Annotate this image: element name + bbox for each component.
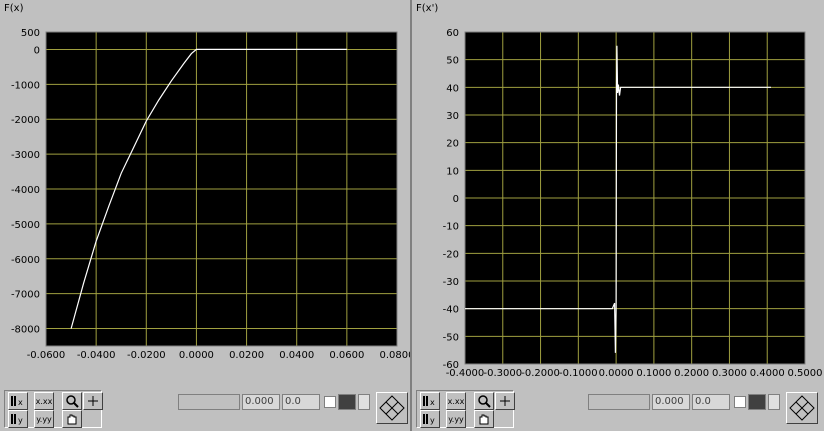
x-tick-label: 0.5000 [788, 368, 823, 379]
y-tick-label: -40 [443, 305, 459, 316]
y-autoscale-button[interactable]: y [8, 410, 28, 428]
y-tick-label: -2000 [11, 115, 40, 126]
y-tick-label: -20 [443, 249, 459, 260]
y-tick-label: 50 [446, 56, 459, 67]
pan-hand-icon[interactable] [474, 410, 494, 428]
x-tick-label: 0.0000 [179, 350, 214, 361]
y-tick-label: -50 [443, 332, 459, 343]
x-tick-label: 0.0400 [279, 350, 314, 361]
cursor-x-field[interactable]: 0.000 [242, 394, 280, 410]
graph-palette-left: x x.xx y y.yy 0.000 0.0 [0, 388, 410, 431]
x-tick-label: 0.0800 [380, 350, 411, 361]
cursor-color-swatch[interactable] [748, 394, 766, 410]
y-tick-label: 0 [34, 45, 40, 56]
fx-prime-plot[interactable]: -0.4000 -0.3000 -0.2000 -0.1000 0.0000 0.1000… [412, 0, 824, 388]
pan-hand-icon[interactable] [62, 410, 82, 428]
svg-text:x: x [430, 398, 435, 407]
x-autoscale-button[interactable]: x [420, 392, 440, 410]
y-tick-label: 10 [446, 166, 459, 177]
y-tick-label: -1000 [11, 80, 40, 91]
y-tick-label: 30 [446, 111, 459, 122]
y-tick-label: -30 [443, 277, 459, 288]
x-tick-label: -0.0400 [77, 350, 116, 361]
cursor-style-swatch[interactable] [734, 396, 746, 408]
y-tick-label: -7000 [11, 290, 40, 301]
y-format-button[interactable]: y.yy [34, 410, 54, 428]
x-format-button[interactable]: x.xx [34, 392, 54, 410]
cursor-y-field[interactable]: 0.0 [692, 394, 730, 410]
x-tick-label: 0.0200 [229, 350, 264, 361]
y-tick-label: 40 [446, 83, 459, 94]
cursor-name-field[interactable] [178, 394, 240, 410]
y-tick-label: -6000 [11, 255, 40, 266]
y-tick-label: 0 [453, 194, 459, 205]
x-tick-label: -0.0200 [127, 350, 166, 361]
x-tick-label: 0.2000 [674, 368, 709, 379]
svg-text:x: x [18, 398, 23, 407]
fx-plot[interactable]: -0.0600 -0.0400 -0.0200 0.0000 0.0200 0.0400 0… [0, 0, 410, 388]
y-tick-label: -4000 [11, 185, 40, 196]
y-tick-label: -8000 [11, 325, 40, 336]
cursor-y-field[interactable]: 0.0 [282, 394, 320, 410]
crosshair-icon[interactable] [495, 392, 515, 410]
x-tick-label: 0.0600 [329, 350, 364, 361]
cursor-move-diamond-icon[interactable] [786, 392, 818, 424]
x-tick-label: -0.0600 [27, 350, 66, 361]
graph-panel-fx-prime: F(x') -0.4000 -0.3000 -0.2000 -0.1000 0.0000… [412, 0, 824, 431]
x-tick-label: 0.4000 [750, 368, 785, 379]
x-tick-label: -0.2000 [521, 368, 560, 379]
zoom-icon[interactable] [474, 392, 494, 410]
cursor-lock-icon[interactable] [768, 394, 780, 410]
x-tick-label: 0.1000 [636, 368, 671, 379]
x-tick-label: 0.3000 [712, 368, 747, 379]
x-format-button[interactable]: x.xx [446, 392, 466, 410]
y-tick-label: 20 [446, 139, 459, 150]
svg-text:y: y [430, 416, 435, 425]
x-tick-label: -0.3000 [483, 368, 522, 379]
cursor-color-swatch[interactable] [338, 394, 356, 410]
y-tick-label: 60 [446, 28, 459, 39]
graph-panel-fx: F(x) -0.0600 -0.0400 -0.0200 0.0000 0.0200 0.… [0, 0, 410, 431]
y-tick-label: -60 [443, 360, 459, 371]
zoom-icon[interactable] [62, 392, 82, 410]
y-autoscale-button[interactable]: y [420, 410, 440, 428]
cursor-move-diamond-icon[interactable] [376, 392, 408, 424]
y-tick-label: -10 [443, 222, 459, 233]
x-tick-label: -0.1000 [559, 368, 598, 379]
y-tick-label: 500 [21, 28, 40, 39]
cursor-style-swatch[interactable] [324, 396, 336, 408]
y-tick-label: -5000 [11, 220, 40, 231]
crosshair-icon[interactable] [83, 392, 103, 410]
y-format-button[interactable]: y.yy [446, 410, 466, 428]
x-tick-label: 0.0000 [599, 368, 634, 379]
cursor-lock-icon[interactable] [358, 394, 370, 410]
y-tick-label: -3000 [11, 150, 40, 161]
x-autoscale-button[interactable]: x [8, 392, 28, 410]
cursor-x-field[interactable]: 0.000 [652, 394, 690, 410]
svg-text:y: y [18, 416, 23, 425]
cursor-name-field[interactable] [588, 394, 650, 410]
graph-palette-right: x x.xx y y.yy 0.000 0.0 [412, 388, 822, 431]
